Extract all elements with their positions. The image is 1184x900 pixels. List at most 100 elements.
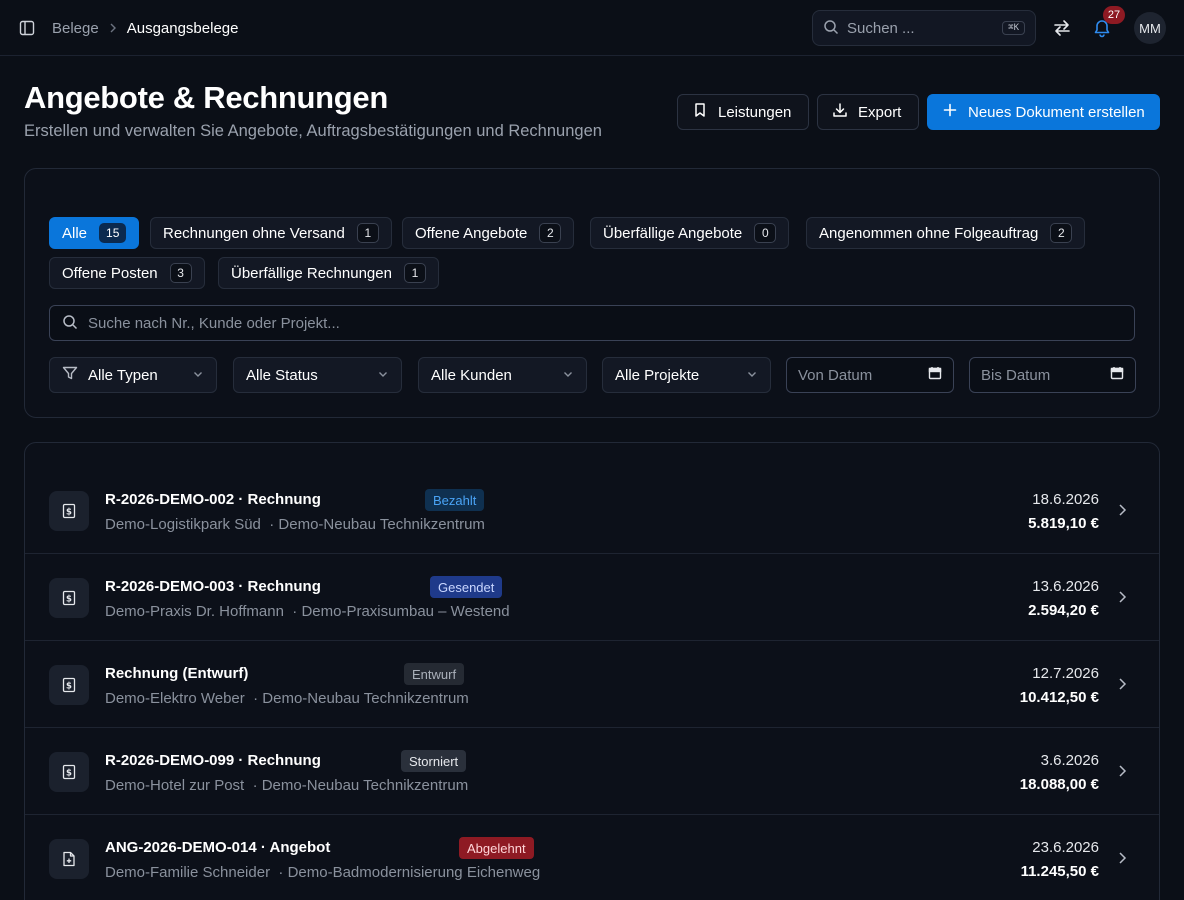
search-icon	[62, 314, 78, 333]
filter-chip-count: 2	[1050, 223, 1073, 243]
document-title: ANG-2026-DEMO-014 · Angebot	[105, 839, 331, 856]
export-button-label: Export	[858, 103, 902, 121]
bookmark-icon	[692, 102, 708, 122]
filter-chip-rechnungen-ohne-versand[interactable]: Rechnungen ohne Versand 1	[150, 217, 392, 249]
document-project: · Demo-Badmodernisierung Eichenweg	[278, 864, 541, 881]
type-select-value: Alle Typen	[88, 366, 158, 384]
document-amount: 18.088,00 €	[1019, 776, 1099, 793]
status-badge: Gesendet	[430, 576, 503, 598]
svg-text:$: $	[66, 768, 72, 778]
document-project: · Demo-Praxisumbau – Westend	[292, 603, 510, 620]
filter-chip-label: Offene Angebote	[415, 224, 528, 242]
avatar[interactable]: MM	[1134, 12, 1166, 44]
filter-chip-angenommen-ohne-folgeauftrag[interactable]: Angenommen ohne Folgeauftrag 2	[806, 217, 1086, 249]
invoice-icon: $	[49, 491, 89, 531]
document-date: 18.6.2026	[1032, 491, 1099, 508]
document-customer: Demo-Logistikpark Süd	[105, 516, 261, 533]
filter-chip-label: Offene Posten	[62, 264, 158, 282]
status-badge: Storniert	[401, 750, 467, 772]
invoice-icon: $	[49, 578, 89, 618]
document-subtitle: Demo-Elektro Weber · Demo-Neubau Technik…	[105, 690, 469, 707]
search-icon	[823, 19, 839, 38]
project-select[interactable]: Alle Projekte	[602, 357, 771, 393]
filter-chip-alle[interactable]: Alle 15	[49, 217, 140, 249]
notification-count-badge: 27	[1103, 6, 1125, 24]
svg-text:$: $	[66, 681, 72, 691]
status-badge: Bezahlt	[425, 489, 485, 511]
document-search-input[interactable]	[88, 314, 1122, 332]
document-title: R-2026-DEMO-002 · Rechnung	[105, 491, 321, 508]
plus-icon	[942, 102, 958, 122]
document-project: · Demo-Neubau Technikzentrum	[269, 516, 485, 533]
download-icon	[832, 102, 848, 122]
status-select[interactable]: Alle Status	[233, 357, 402, 393]
date-to-input[interactable]: Bis Datum	[969, 357, 1136, 393]
filter-chip-offene-posten[interactable]: Offene Posten 3	[49, 257, 205, 289]
customer-select-value: Alle Kunden	[431, 366, 512, 384]
leistungen-button[interactable]: Leistungen	[677, 94, 809, 130]
filter-chip-count: 15	[99, 223, 127, 243]
filter-chip-ueberfaellige-angebote[interactable]: Überfällige Angebote 0	[590, 217, 790, 249]
export-button[interactable]: Export	[817, 94, 919, 130]
shortcut-hint: ⌘K	[1002, 21, 1025, 35]
chevron-right-icon	[1113, 762, 1131, 780]
new-document-button-label: Neues Dokument erstellen	[968, 103, 1145, 121]
chevron-down-icon	[377, 367, 389, 384]
filter-chip-offene-angebote[interactable]: Offene Angebote 2	[402, 217, 575, 249]
document-date: 3.6.2026	[1040, 752, 1099, 769]
filter-chip-count: 1	[356, 223, 379, 243]
document-date: 12.7.2026	[1032, 665, 1099, 682]
new-document-button[interactable]: Neues Dokument erstellen	[927, 94, 1160, 130]
customer-select[interactable]: Alle Kunden	[418, 357, 587, 393]
chevron-down-icon	[746, 367, 758, 384]
status-select-value: Alle Status	[246, 366, 318, 384]
switch-icon[interactable]	[1050, 16, 1074, 40]
document-amount: 5.819,10 €	[1028, 515, 1099, 532]
chevron-right-icon	[107, 22, 119, 34]
quote-icon	[49, 839, 89, 879]
filter-chip-count: 0	[754, 223, 777, 243]
calendar-icon[interactable]	[1110, 366, 1124, 384]
sidebar-toggle-icon[interactable]	[17, 18, 37, 38]
document-row[interactable]: ANG-2026-DEMO-014 · Angebot Abgelehnt De…	[25, 815, 1159, 900]
filter-chip-label: Rechnungen ohne Versand	[163, 224, 345, 242]
document-row[interactable]: $ R-2026-DEMO-002 · Rechnung Bezahlt Dem…	[25, 467, 1159, 554]
document-row[interactable]: $ R-2026-DEMO-003 · Rechnung Gesendet De…	[25, 554, 1159, 641]
filter-chip-label: Überfällige Angebote	[603, 224, 743, 242]
breadcrumb-current: Ausgangsbelege	[126, 19, 239, 37]
breadcrumb-parent[interactable]: Belege	[52, 20, 99, 37]
invoice-icon: $	[49, 665, 89, 705]
global-search[interactable]: Suchen ... ⌘K	[812, 10, 1036, 46]
filter-chip-ueberfaellige-rechnungen[interactable]: Überfällige Rechnungen 1	[218, 257, 439, 289]
svg-text:$: $	[66, 507, 72, 517]
date-from-input[interactable]: Von Datum	[786, 357, 954, 393]
document-amount: 10.412,50 €	[1019, 689, 1099, 706]
global-search-placeholder: Suchen ...	[847, 19, 915, 37]
filter-funnel-icon	[62, 365, 78, 385]
filter-panel: Alle 15 Rechnungen ohne Versand 1 Offene…	[24, 168, 1160, 418]
leistungen-button-label: Leistungen	[718, 103, 792, 121]
document-search[interactable]	[49, 305, 1135, 341]
svg-text:$: $	[66, 594, 72, 604]
page-subtitle: Erstellen und verwalten Sie Angebote, Au…	[24, 122, 602, 140]
document-customer: Demo-Praxis Dr. Hoffmann	[105, 603, 284, 620]
document-subtitle: Demo-Hotel zur Post · Demo-Neubau Techni…	[105, 777, 468, 794]
breadcrumb: Belege Ausgangsbelege	[52, 18, 238, 38]
filter-chip-label: Angenommen ohne Folgeauftrag	[819, 224, 1039, 242]
document-list: $ R-2026-DEMO-002 · Rechnung Bezahlt Dem…	[24, 442, 1160, 900]
document-row[interactable]: $ R-2026-DEMO-099 · Rechnung Storniert D…	[25, 728, 1159, 815]
document-row[interactable]: $ Rechnung (Entwurf) Entwurf Demo-Elektr…	[25, 641, 1159, 728]
chevron-down-icon	[562, 367, 574, 384]
document-subtitle: Demo-Praxis Dr. Hoffmann · Demo-Praxisum…	[105, 603, 510, 620]
date-from-placeholder: Von Datum	[798, 366, 873, 384]
date-to-placeholder: Bis Datum	[981, 366, 1051, 384]
document-customer: Demo-Elektro Weber	[105, 690, 245, 707]
chevron-right-icon	[1113, 849, 1131, 867]
chevron-right-icon	[1113, 675, 1131, 693]
calendar-icon[interactable]	[928, 366, 942, 384]
filter-chip-count: 3	[169, 263, 192, 283]
document-amount: 11.245,50 €	[1020, 863, 1099, 880]
page-title: Angebote & Rechnungen	[24, 80, 388, 115]
type-select[interactable]: Alle Typen	[49, 357, 217, 393]
filter-chip-count: 2	[539, 223, 562, 243]
